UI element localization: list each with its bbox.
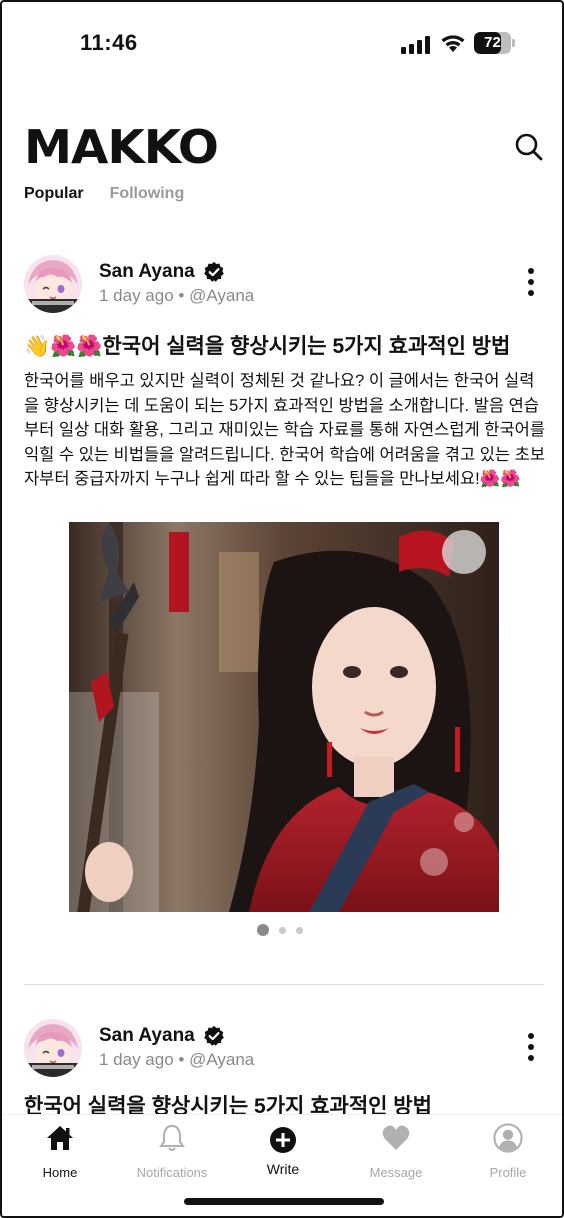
nav-profile-label: Profile [489, 1165, 527, 1180]
post-author[interactable]: San Ayana [99, 1025, 225, 1047]
profile-icon [493, 1123, 523, 1153]
nav-notifications[interactable]: Notifications [117, 1123, 227, 1180]
home-indicator [184, 1198, 384, 1205]
avatar[interactable] [24, 1019, 82, 1077]
cellular-signal-icon [401, 36, 430, 54]
search-icon[interactable] [514, 132, 544, 162]
post-meta: 1 day ago • @Ayana [99, 1050, 255, 1069]
post-illustration [69, 522, 499, 912]
battery-indicator: 72 [474, 32, 516, 54]
more-options-icon[interactable] [522, 1032, 540, 1062]
tab-following[interactable]: Following [110, 185, 185, 203]
app-screen: 11:46 72 MAKKO Popular Following San Aya… [0, 0, 564, 1218]
more-options-icon[interactable] [522, 267, 540, 297]
plus-circle-icon [270, 1127, 296, 1153]
tab-popular[interactable]: Popular [24, 185, 84, 203]
nav-message-label: Message [369, 1165, 423, 1180]
carousel-dot[interactable] [257, 924, 269, 936]
carousel-dot[interactable] [279, 926, 286, 934]
carousel-indicator [257, 924, 303, 936]
wifi-icon [441, 35, 465, 52]
post-body[interactable]: 한국어를 배우고 있지만 실력이 정체된 것 같나요? 이 글에서는 한국어 실… [24, 369, 546, 492]
status-time: 11:46 [80, 30, 138, 55]
battery-percentage: 72 [484, 34, 501, 51]
post-image[interactable] [69, 522, 499, 912]
nav-profile[interactable]: Profile [453, 1123, 562, 1180]
post-meta: 1 day ago • @Ayana [99, 286, 255, 305]
author-name[interactable]: San Ayana [99, 261, 195, 283]
post-title[interactable]: 👋🌺🌺한국어 실력을 향상시키는 5가지 효과적인 방법 [24, 330, 544, 360]
verified-badge-icon [203, 261, 224, 282]
nav-home[interactable]: Home [5, 1123, 115, 1180]
nav-write-label: Write [266, 1161, 300, 1177]
feed-tabs: Popular Following [24, 185, 184, 203]
verified-badge-icon [203, 1025, 224, 1046]
carousel-dot[interactable] [296, 926, 303, 934]
post-divider [24, 984, 544, 985]
status-bar: 11:46 72 [2, 24, 562, 64]
app-logo: MAKKO [24, 120, 219, 174]
heart-icon [382, 1125, 410, 1150]
avatar-image [24, 255, 82, 313]
author-name[interactable]: San Ayana [99, 1025, 195, 1047]
nav-message[interactable]: Message [341, 1123, 451, 1180]
nav-home-label: Home [42, 1165, 78, 1180]
home-icon [47, 1126, 73, 1150]
bell-icon [159, 1124, 185, 1151]
nav-write[interactable]: Write [228, 1123, 338, 1177]
avatar-image [24, 1019, 82, 1077]
avatar[interactable] [24, 255, 82, 313]
post-author[interactable]: San Ayana [99, 261, 225, 283]
nav-notifications-label: Notifications [136, 1165, 208, 1180]
